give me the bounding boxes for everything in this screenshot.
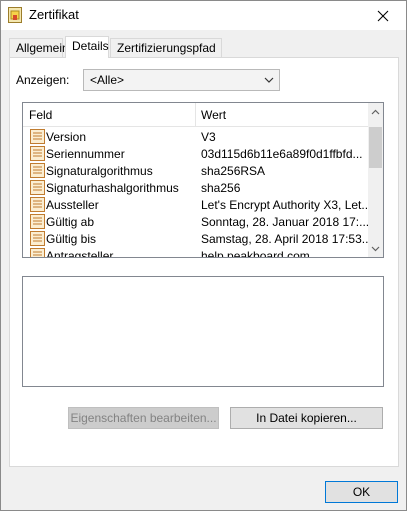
list-rows: Version V3 Seriennummer 03d115d6b11e6a89… — [23, 128, 369, 258]
certificate-dialog: Zertifikat Allgemein Details Zertifizier… — [0, 0, 407, 511]
show-dropdown-value: <Alle> — [90, 73, 125, 87]
field-icon — [30, 163, 45, 178]
field-value: Samstag, 28. April 2018 17:53... — [201, 232, 369, 246]
ok-button[interactable]: OK — [325, 481, 398, 503]
field-detail-box[interactable] — [22, 276, 384, 387]
field-icon — [30, 146, 45, 161]
tab-zertifizierungspfad[interactable]: Zertifizierungspfad — [110, 38, 222, 57]
field-value: sha256 — [201, 181, 241, 195]
column-divider[interactable] — [195, 103, 196, 127]
table-row[interactable]: Gültig bis Samstag, 28. April 2018 17:53… — [23, 230, 369, 247]
field-value: help.peakboard.com — [201, 249, 310, 258]
field-name: Aussteller — [46, 198, 99, 212]
table-row[interactable]: Signaturalgorithmus sha256RSA — [23, 162, 369, 179]
field-name: Signaturalgorithmus — [46, 164, 153, 178]
show-dropdown[interactable]: <Alle> — [83, 69, 280, 91]
chevron-down-icon — [371, 246, 380, 251]
title-bar[interactable]: Zertifikat — [1, 1, 406, 30]
field-name: Antragsteller — [46, 249, 114, 258]
field-name: Gültig ab — [46, 215, 95, 229]
field-icon — [30, 231, 45, 246]
field-icon — [30, 129, 45, 144]
window-title: Zertifikat — [29, 7, 79, 22]
table-row[interactable]: Version V3 — [23, 128, 369, 145]
table-row[interactable]: Antragsteller help.peakboard.com — [23, 247, 369, 258]
field-value: Sonntag, 28. Januar 2018 17:... — [201, 215, 369, 229]
field-value: sha256RSA — [201, 164, 266, 178]
tab-allgemein[interactable]: Allgemein — [9, 38, 69, 57]
table-row[interactable]: Gültig ab Sonntag, 28. Januar 2018 17:..… — [23, 213, 369, 230]
certificate-fields-list[interactable]: Feld Wert Version V3 Seriennummer 03d115… — [22, 102, 384, 258]
field-icon — [30, 214, 45, 229]
column-header-feld[interactable]: Feld — [29, 108, 52, 122]
table-row[interactable]: Signaturhashalgorithmus sha256 — [23, 179, 369, 196]
field-value: Let's Encrypt Authority X3, Let... — [201, 198, 369, 212]
field-icon — [30, 248, 45, 257]
tab-details[interactable]: Details — [65, 36, 109, 58]
edit-properties-button[interactable]: Eigenschaften bearbeiten... — [68, 407, 219, 429]
scroll-down-button[interactable] — [368, 240, 383, 257]
table-row[interactable]: Aussteller Let's Encrypt Authority X3, L… — [23, 196, 369, 213]
field-value: 03d115d6b11e6a89f0d1ffbfd... — [201, 147, 363, 161]
certificate-icon — [8, 7, 22, 23]
close-icon — [377, 10, 389, 21]
field-name: Seriennummer — [46, 147, 125, 161]
scrollbar-thumb[interactable] — [369, 127, 382, 168]
field-value: V3 — [201, 130, 216, 144]
field-icon — [30, 197, 45, 212]
list-header: Feld Wert — [23, 103, 369, 127]
table-row[interactable]: Seriennummer 03d115d6b11e6a89f0d1ffbfd..… — [23, 145, 369, 162]
close-button[interactable] — [360, 1, 406, 30]
scroll-up-button[interactable] — [368, 103, 383, 120]
chevron-up-icon — [371, 109, 380, 114]
field-name: Gültig bis — [46, 232, 97, 246]
chevron-down-icon — [264, 77, 274, 83]
field-icon — [30, 180, 45, 195]
show-label: Anzeigen: — [16, 73, 70, 87]
field-name: Signaturhashalgorithmus — [46, 181, 179, 195]
column-header-wert[interactable]: Wert — [201, 108, 226, 122]
vertical-scrollbar[interactable] — [368, 103, 383, 257]
tab-bar: Allgemein Details Zertifizierungspfad — [9, 36, 399, 58]
copy-to-file-button[interactable]: In Datei kopieren... — [230, 407, 383, 429]
field-name: Version — [46, 130, 87, 144]
details-panel: Anzeigen: <Alle> Feld Wert Version V3 Se… — [9, 57, 399, 467]
